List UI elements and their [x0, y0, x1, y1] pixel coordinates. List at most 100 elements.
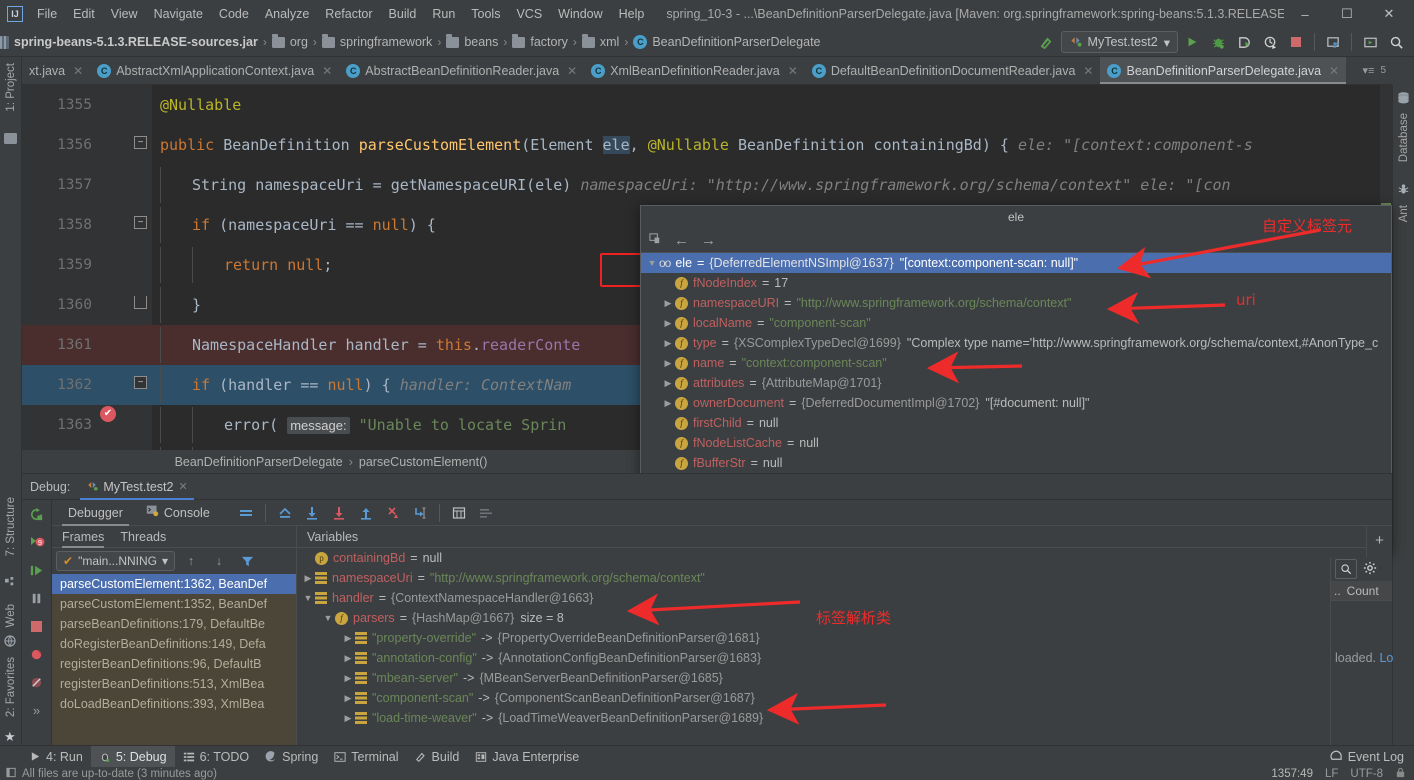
editor-tab-3[interactable]: C XmlBeanDefinitionReader.java ✕ [584, 57, 805, 84]
expander-open-icon[interactable]: ▼ [321, 613, 335, 623]
tree-row[interactable]: ▼ handler = {ContextNamespaceHandler@1663} [297, 588, 1366, 608]
run-button[interactable] [1180, 30, 1204, 54]
code-line[interactable]: 1357 String namespaceUri = getNamespaceUR… [22, 165, 1392, 205]
frame-row[interactable]: registerBeanDefinitions:96, DefaultB [52, 654, 296, 674]
tree-row[interactable]: ▶ f localName = "component-scan" [641, 313, 1391, 333]
expander-closed-icon[interactable]: ▶ [341, 673, 355, 684]
expander-closed-icon[interactable]: ▶ [341, 653, 355, 664]
caret-position[interactable]: 1357:49 [1271, 768, 1313, 780]
pause-program-button[interactable] [27, 588, 47, 608]
breakpoints-button[interactable]: 9 [27, 532, 47, 552]
frame-row[interactable]: registerBeanDefinitions:513, XmlBea [52, 674, 296, 694]
breakpoint-marker-icon[interactable]: ✔ [100, 406, 116, 422]
step-out-icon[interactable] [354, 501, 378, 525]
tree-row[interactable]: ▶ "annotation-config" -> {AnnotationConfigB… [297, 648, 1366, 668]
sidebar-item-web[interactable]: Web [0, 600, 22, 631]
sidebar-item-database[interactable]: Database [1393, 109, 1414, 166]
fold-toggle-icon[interactable] [134, 296, 147, 309]
sidebar-item-favorites[interactable]: 2: Favorites [0, 653, 22, 721]
editor-breadcrumb-method[interactable]: parseCustomElement() [359, 455, 488, 469]
build-project-icon[interactable] [1035, 30, 1059, 54]
chevron-down-icon[interactable]: ▾ [1164, 35, 1170, 50]
breadcrumb-item-5[interactable]: xml [581, 34, 619, 49]
variables-tree[interactable]: p containingBd = null ▶ namespaceUri = "http://… [297, 548, 1366, 745]
expander-open-icon[interactable]: ▼ [301, 593, 315, 603]
editor-tab-0[interactable]: xt.java ✕ [22, 57, 90, 84]
evaluate-expression-icon[interactable] [447, 501, 471, 525]
search-everywhere-icon[interactable] [1384, 30, 1408, 54]
editor-tab-close-icon[interactable]: ✕ [73, 64, 83, 78]
expander-closed-icon[interactable]: ▶ [661, 398, 675, 409]
bottom-tab-5-debug[interactable]: 5: Debug [90, 745, 175, 768]
tree-row[interactable]: ▶ "property-override" -> {PropertyOverrideB… [297, 628, 1366, 648]
tree-row[interactable]: ▶ f namespaceURI = "http://www.springframewo… [641, 293, 1391, 313]
tree-row[interactable]: ▶ namespaceUri = "http://www.springframewor… [297, 568, 1366, 588]
stop-button[interactable] [1284, 30, 1308, 54]
expander-closed-icon[interactable]: ▶ [341, 693, 355, 704]
expander-closed-icon[interactable]: ▶ [341, 713, 355, 724]
expander-open-icon[interactable]: ▼ [645, 258, 659, 268]
force-step-into-icon[interactable] [381, 501, 405, 525]
frame-row[interactable]: parseCustomElement:1352, BeanDef [52, 594, 296, 614]
fold-toggle-icon[interactable]: − [134, 376, 147, 389]
expander-closed-icon[interactable]: ▶ [341, 633, 355, 644]
close-button[interactable]: ✕ [1368, 1, 1410, 27]
tree-row[interactable]: ▶ f type = {XSComplexTypeDecl@1699} "Complex … [641, 333, 1391, 353]
expander-closed-icon[interactable]: ▶ [301, 573, 315, 584]
move-down-icon[interactable]: ↓ [207, 549, 231, 573]
menu-item-vcs[interactable]: VCS [508, 4, 550, 24]
tab-frames[interactable]: Frames [62, 526, 105, 548]
editor-tab-1[interactable]: C AbstractXmlApplicationContext.java ✕ [90, 57, 339, 84]
resume-program-button[interactable] [27, 560, 47, 580]
tree-row[interactable]: ▶ "load-time-weaver" -> {LoadTimeWeaverBean… [297, 708, 1366, 728]
step-over-icon[interactable] [300, 501, 324, 525]
editor-tab-4[interactable]: C DefaultBeanDefinitionDocumentReader.jav… [805, 57, 1101, 84]
bottom-tab-spring[interactable]: Spring [257, 746, 326, 768]
editor-tab-2[interactable]: C AbstractBeanDefinitionReader.java ✕ [339, 57, 584, 84]
editor-tab-close-icon[interactable]: ✕ [322, 64, 332, 78]
menu-item-file[interactable]: File [29, 4, 65, 24]
bottom-tab-java-enterprise[interactable]: Java Enterprise [467, 746, 587, 768]
view-breakpoints-button[interactable] [27, 644, 47, 664]
expander-closed-icon[interactable]: ▶ [661, 318, 675, 329]
editor-tab-5[interactable]: C BeanDefinitionParserDelegate.java ✕ [1100, 57, 1347, 84]
sidebar-item-ant[interactable]: Ant [1393, 201, 1414, 226]
menu-item-build[interactable]: Build [381, 4, 425, 24]
tree-row[interactable]: ▶ f ownerDocument = {DeferredDocumentImpl@17… [641, 393, 1391, 413]
chevron-down-icon[interactable]: ▾ [162, 554, 168, 568]
col-count[interactable]: Count [1347, 584, 1379, 598]
step-into-icon[interactable] [327, 501, 351, 525]
run-configuration-selector[interactable]: MyTest.test2 ▾ [1060, 31, 1178, 53]
editor-tab-close-icon[interactable]: ✕ [567, 64, 577, 78]
mute-breakpoints-button[interactable] [27, 672, 47, 692]
sidebar-item-project[interactable]: 1: Project [0, 59, 22, 116]
bottom-tab-build[interactable]: Build [407, 746, 468, 768]
menu-item-tools[interactable]: Tools [463, 4, 508, 24]
editor-tab-close-icon[interactable]: ✕ [1083, 64, 1093, 78]
menu-item-navigate[interactable]: Navigate [146, 4, 211, 24]
maximize-button[interactable]: ☐ [1326, 1, 1368, 27]
tree-row[interactable]: f fBufferStr = null [641, 453, 1391, 473]
move-up-icon[interactable]: ↑ [179, 549, 203, 573]
tree-row[interactable]: f firstChild = null [641, 413, 1391, 433]
lock-icon[interactable] [1395, 767, 1406, 780]
debug-session-close-icon[interactable]: ✕ [178, 480, 187, 493]
frames-list[interactable]: parseCustomElement:1362, BeanDef parseCus… [52, 574, 296, 745]
more-options-button[interactable]: » [27, 700, 47, 720]
project-structure-button[interactable] [1321, 30, 1345, 54]
breadcrumb-item-0[interactable]: spring-beans-5.1.3.RELEASE-sources.jar [0, 35, 258, 49]
tab-console[interactable]: Console [136, 500, 220, 526]
frame-row[interactable]: doLoadBeanDefinitions:393, XmlBea [52, 694, 296, 714]
memory-message-link[interactable]: Lo [1379, 651, 1393, 665]
breadcrumb-item-4[interactable]: factory [512, 34, 568, 49]
editor-tab-close-icon[interactable]: ✕ [1329, 64, 1339, 78]
tab-debugger[interactable]: Debugger [58, 500, 133, 526]
breadcrumb-item-3[interactable]: beans [446, 34, 498, 49]
code-line[interactable]: 1356 − public BeanDefinition parseCustomEl… [22, 125, 1392, 165]
expander-closed-icon[interactable]: ▶ [661, 338, 675, 349]
event-log-button[interactable]: Event Log [1330, 749, 1404, 765]
minimize-button[interactable]: – [1284, 1, 1326, 27]
tabs-list-icon[interactable]: ▾≡ [1362, 64, 1374, 77]
breadcrumb-item-6[interactable]: C BeanDefinitionParserDelegate [633, 35, 821, 49]
add-watch-button[interactable]: + [1370, 530, 1390, 550]
